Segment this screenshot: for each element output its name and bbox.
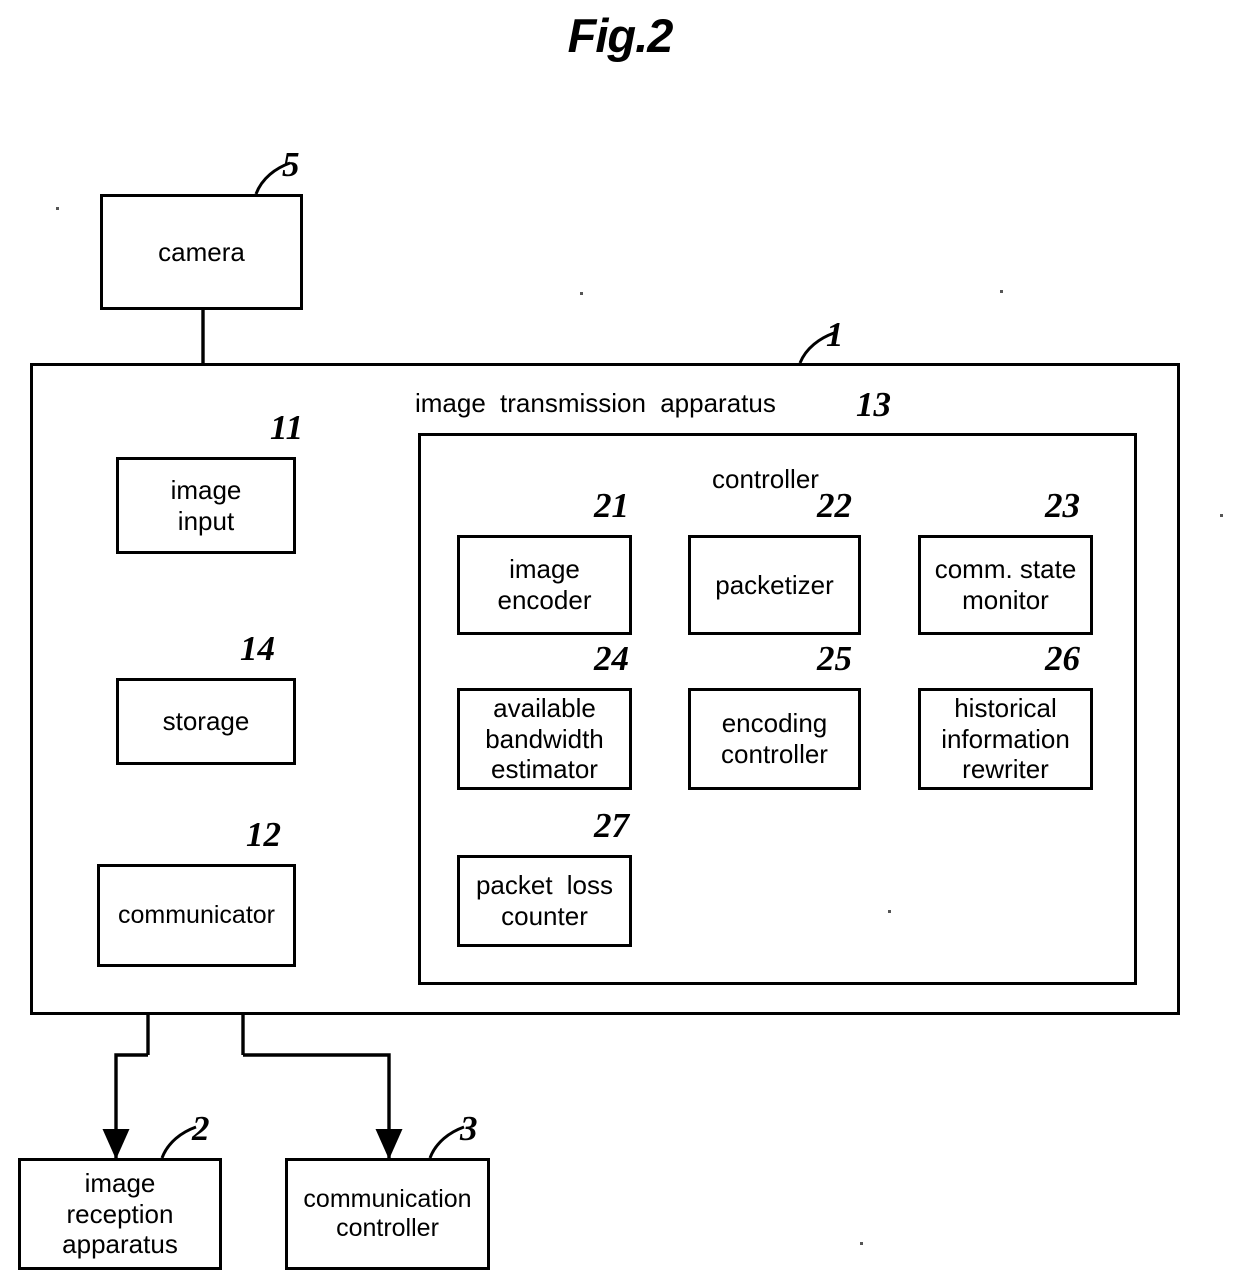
available-bandwidth-estimator-box: available bandwidth estimator (457, 688, 632, 790)
hir-label-line2: information (941, 723, 1070, 754)
scan-speck (56, 207, 59, 210)
plc-label-line2: counter (501, 901, 588, 931)
comm-state-monitor-box: comm. state monitor (918, 535, 1093, 635)
connector-communicator-to-reception-down (102, 1053, 148, 1160)
image-encoder-box: image encoder (457, 535, 632, 635)
controller-label: controller (712, 464, 819, 494)
camera-box: camera (100, 194, 303, 310)
image-reception-apparatus-box: image reception apparatus (18, 1158, 222, 1270)
cc-label-line2: controller (336, 1214, 439, 1242)
scan-speck (1000, 290, 1003, 293)
encoding-controller-label: encoding controller (691, 708, 858, 769)
communicator-box: communicator (97, 864, 296, 967)
image-input-label-line1: image (170, 474, 242, 505)
plc-label-line1: packet loss (475, 870, 614, 901)
ref-number-3: 3 (460, 1109, 478, 1148)
hir-label-line1: historical (954, 692, 1057, 723)
ref-number-27: 27 (594, 806, 629, 845)
ref-number-24: 24 (594, 639, 629, 678)
ref-number-22: 22 (817, 486, 852, 525)
encoding-controller-box: encoding controller (688, 688, 861, 790)
comm-state-monitor-label: comm. state monitor (921, 554, 1090, 615)
ref-number-23: 23 (1045, 486, 1080, 525)
image-encoder-label: image encoder (460, 554, 629, 615)
comm-state-monitor-label-line2: monitor (962, 585, 1049, 615)
storage-label: storage (162, 706, 250, 737)
ref-number-14: 14 (240, 629, 275, 668)
ref-number-11: 11 (270, 408, 304, 447)
ref-number-13: 13 (856, 385, 891, 424)
leader-line-3 (428, 1125, 465, 1159)
image-input-box: image input (116, 457, 296, 554)
scan-speck (888, 910, 891, 913)
communication-controller-label: communication controller (288, 1185, 487, 1244)
available-bandwidth-estimator-label: available bandwidth estimator (460, 693, 629, 785)
image-encoder-label-line2: encoder (497, 585, 592, 615)
communicator-label: communicator (118, 900, 275, 929)
scan-speck (860, 1242, 863, 1245)
historical-information-rewriter-box: historical information rewriter (918, 688, 1093, 790)
ira-label-line3: apparatus (62, 1229, 178, 1260)
figure-title: Fig.2 (567, 9, 674, 62)
image-encoder-label-line1: image (509, 554, 580, 585)
ref-number-5: 5 (282, 145, 300, 184)
image-input-label: image input (119, 475, 293, 536)
scan-speck (580, 292, 583, 295)
ref-number-25: 25 (817, 639, 852, 678)
image-transmission-apparatus-label: image transmission apparatus (415, 388, 776, 418)
ref-number-12: 12 (246, 815, 281, 854)
encoding-controller-label-line1: encoding (721, 708, 828, 739)
ref-number-2: 2 (192, 1109, 210, 1148)
leader-line-2 (160, 1125, 197, 1159)
packet-loss-counter-box: packet loss counter (457, 855, 632, 947)
ref-number-1: 1 (826, 315, 844, 354)
packetizer-label: packetizer (715, 569, 834, 600)
ref-number-21: 21 (594, 486, 629, 525)
ira-label-line2: reception (66, 1198, 174, 1229)
abe-label-line3: estimator (491, 754, 598, 785)
packetizer-box: packetizer (688, 535, 861, 635)
encoding-controller-label-line2: controller (721, 739, 828, 769)
connector-communicator-to-commctrl-down (243, 1053, 403, 1160)
ira-label-line1: image (84, 1167, 156, 1198)
image-input-label-line2: input (177, 505, 235, 536)
ref-number-26: 26 (1045, 639, 1080, 678)
image-reception-apparatus-label: image reception apparatus (21, 1168, 219, 1260)
comm-state-monitor-label-line1: comm. state (934, 554, 1077, 585)
cc-label-line1: communication (303, 1184, 472, 1213)
figure-canvas: Fig.2 image transmission apparatus 1 con… (0, 0, 1240, 1282)
storage-box: storage (116, 678, 296, 765)
communication-controller-box: communication controller (285, 1158, 490, 1270)
packet-loss-counter-label: packet loss counter (460, 870, 629, 931)
historical-information-rewriter-label: historical information rewriter (921, 693, 1090, 785)
hir-label-line3: rewriter (962, 754, 1049, 785)
scan-speck (1220, 514, 1223, 517)
abe-label-line2: bandwidth (485, 723, 604, 754)
abe-label-line1: available (493, 692, 596, 723)
camera-label: camera (158, 236, 245, 267)
